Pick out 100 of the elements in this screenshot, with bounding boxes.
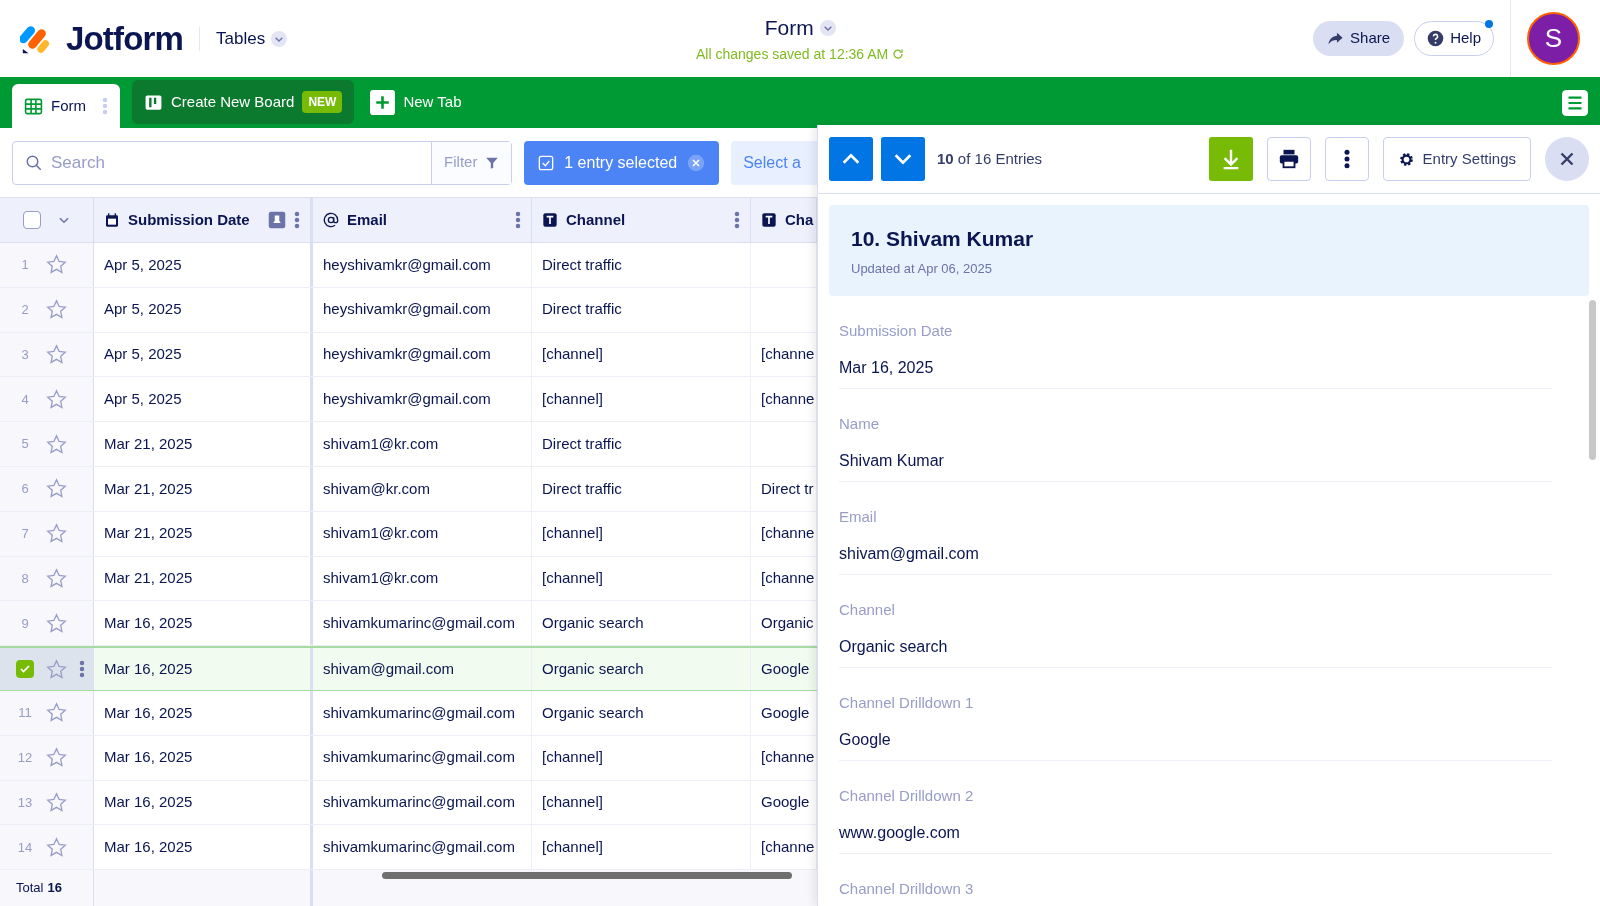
print-button[interactable]	[1266, 137, 1311, 181]
table-row[interactable]: 7 Mar 21, 2025 shivam1@kr.com [channel] [channe	[0, 511, 817, 557]
brand-name: Jotform	[66, 18, 184, 59]
table-cell-text: Mar 16, 2025	[104, 613, 193, 633]
chevron-up-icon[interactable]	[829, 137, 873, 181]
table-cell-text: Mar 16, 2025	[104, 792, 193, 813]
table-row[interactable]: 12 Mar 16, 2025 shivamkumarinc@gmail.com [channel] [channe	[0, 735, 817, 781]
row-number: 8	[20, 569, 30, 588]
field-value: Shivam Kumar	[839, 450, 945, 471]
table-row[interactable]: Mar 16, 2025 shivam@gmail.com Organic search Google	[0, 646, 817, 691]
table-row[interactable]: 4 Apr 5, 2025 heyshivamkr@gmail.com [channel] [channe	[0, 377, 817, 423]
vertical-scrollbar[interactable]	[1589, 300, 1596, 460]
table-cell-text: heyshivamkr@gmail.com	[323, 299, 491, 320]
table-cell-text: Apr 5, 2025	[104, 299, 182, 320]
tab[interactable]: Create New Board NEW	[132, 80, 355, 124]
share-button[interactable]: Share	[1313, 21, 1405, 56]
table-row[interactable]: 3 Apr 5, 2025 heyshivamkr@gmail.com [channel] [channe	[0, 332, 817, 378]
download-icon[interactable]	[1208, 137, 1253, 181]
table-cell-text: Direct traffic	[542, 433, 622, 454]
row-number: 3	[20, 345, 30, 364]
entry-settings-button[interactable]: Entry Settings	[1382, 137, 1531, 181]
user-avatar[interactable]: S	[1527, 12, 1580, 65]
star-icon[interactable]	[46, 523, 67, 545]
table-cell-text: Direct traffic	[542, 254, 622, 275]
row-number: 1	[20, 256, 30, 275]
entry-counter: 10 of 16 Entries	[937, 148, 1043, 169]
new-badge: NEW	[302, 91, 343, 113]
chevron-down-icon	[819, 20, 836, 36]
more-vertical-icon[interactable]	[79, 660, 85, 679]
table-cell-text: shivamkumarinc@gmail.com	[323, 702, 515, 723]
star-icon[interactable]	[46, 344, 67, 365]
updated-date: Updated at Apr 06, 2025	[851, 259, 993, 278]
column-header: Channel	[566, 209, 626, 230]
table-cell-text: shivam@kr.com	[323, 478, 430, 499]
help-icon	[1427, 30, 1445, 47]
star-icon[interactable]	[46, 299, 67, 321]
table-row[interactable]: 8 Mar 21, 2025 shivam1@kr.com [channel] [channe	[0, 556, 817, 602]
checkbox-icon	[538, 154, 555, 171]
table-row[interactable]: 6 Mar 21, 2025 shivam@kr.com Direct traffic Direct tr	[0, 467, 817, 512]
horizontal-scrollbar[interactable]	[382, 872, 792, 880]
field-value: Mar 16, 2025	[839, 357, 935, 378]
check-icon	[19, 663, 31, 676]
row-checkbox[interactable]	[16, 660, 34, 679]
row-number: 14	[16, 838, 34, 857]
close-icon[interactable]	[1545, 137, 1589, 181]
table-row[interactable]: 13 Mar 16, 2025 shivamkumarinc@gmail.com [channel] Google	[0, 780, 817, 826]
star-icon[interactable]	[46, 747, 67, 769]
more-vertical-icon[interactable]	[294, 211, 300, 229]
text-type-icon	[542, 212, 558, 228]
refresh-icon	[892, 48, 905, 61]
table-cell-text: Organic search	[542, 658, 644, 679]
more-button[interactable]	[1324, 137, 1369, 181]
table-cell-text: shivamkumarinc@gmail.com	[323, 792, 515, 813]
tab[interactable]: New Tab	[366, 80, 466, 124]
star-icon[interactable]	[46, 478, 67, 500]
chevron-down-icon[interactable]	[881, 137, 925, 181]
table-row[interactable]: 1 Apr 5, 2025 heyshivamkr@gmail.com Direct traffic	[0, 243, 817, 288]
table-row[interactable]: 11 Mar 16, 2025 shivamkumarinc@gmail.com Organic search Google	[0, 690, 817, 736]
at-sign-icon	[323, 212, 339, 228]
table-cell-text: shivamkumarinc@gmail.com	[323, 837, 515, 857]
row-number: 6	[20, 480, 30, 499]
table-cell-text: shivam@gmail.com	[323, 658, 455, 679]
field-label: Submission Date	[839, 321, 954, 341]
more-vertical-icon[interactable]	[734, 211, 740, 229]
table-cell-text: [channel]	[542, 747, 603, 768]
table-cell-text: Google	[761, 658, 810, 679]
star-icon[interactable]	[46, 388, 67, 410]
star-icon[interactable]	[46, 702, 67, 724]
printer-icon	[1277, 148, 1300, 170]
table-cell-text: shivam1@kr.com	[323, 568, 439, 589]
field-label: Channel Drilldown 3	[839, 879, 975, 899]
table-cell-text: Direct traffic	[542, 478, 622, 499]
star-icon[interactable]	[46, 612, 67, 634]
star-icon[interactable]	[46, 567, 67, 589]
table-cell-text: [channel]	[542, 523, 603, 544]
table-row[interactable]: 2 Apr 5, 2025 heyshivamkr@gmail.com Direct traffic	[0, 287, 817, 333]
field-value: www.google.com	[839, 822, 961, 843]
table-cell-text: [channe	[761, 344, 815, 365]
table-row[interactable]: 9 Mar 16, 2025 shivamkumarinc@gmail.com Organic search Organic	[0, 601, 817, 647]
table-cell-text: Mar 16, 2025	[104, 702, 193, 723]
menu-icon[interactable]	[1562, 90, 1588, 116]
star-icon[interactable]	[46, 791, 67, 813]
table-row[interactable]: 14 Mar 16, 2025 shivamkumarinc@gmail.com [channel] [channe	[0, 825, 817, 871]
row-number: 9	[20, 614, 30, 633]
sort-icon[interactable]	[268, 211, 286, 229]
select-all-checkbox[interactable]	[22, 211, 41, 229]
table-cell-text: Mar 21, 2025	[104, 478, 193, 499]
more-vertical-icon[interactable]	[515, 211, 521, 229]
tab[interactable]: Form	[12, 84, 120, 128]
star-icon[interactable]	[46, 658, 67, 680]
table-cell-text: [channel]	[542, 344, 603, 365]
star-icon[interactable]	[46, 836, 67, 858]
field-label: Email	[839, 507, 878, 527]
form-title-dropdown[interactable]: Form	[764, 12, 836, 44]
star-icon[interactable]	[46, 433, 67, 455]
table-row[interactable]: 5 Mar 21, 2025 shivam1@kr.com Direct traffic	[0, 422, 817, 467]
table-cell-text: Google	[761, 702, 810, 723]
product-dropdown[interactable]: Tables	[216, 25, 288, 52]
star-icon[interactable]	[46, 254, 67, 276]
selection-chip[interactable]: 1 entry selected	[524, 140, 720, 185]
